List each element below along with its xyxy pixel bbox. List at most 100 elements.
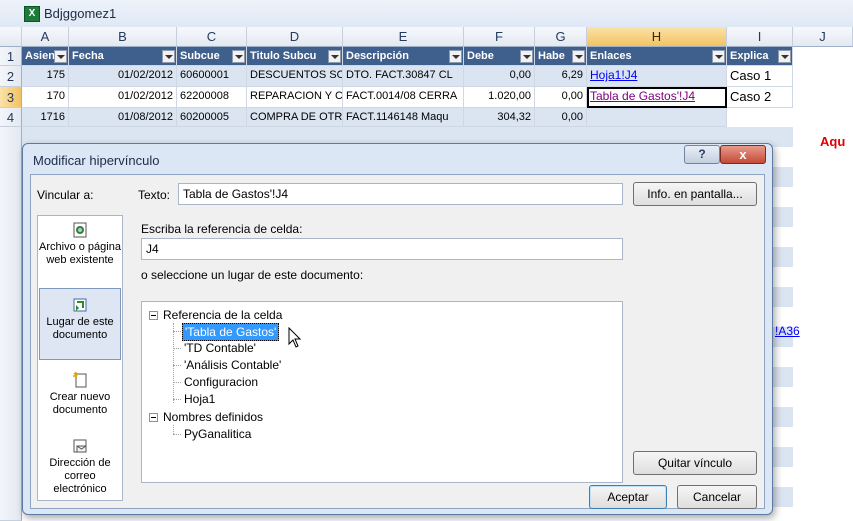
note-text: Aqu (820, 134, 846, 149)
hyperlink[interactable]: Tabla de Gastos'!J4 (590, 89, 695, 103)
table-cell[interactable]: 175 (22, 66, 69, 87)
remove-link-button[interactable]: Quitar vínculo (633, 451, 757, 475)
table-cell[interactable]: DESCUENTOS SO (247, 66, 343, 87)
filter-dropdown-icon[interactable] (520, 50, 533, 63)
tree-item[interactable]: 'TD Contable' (184, 340, 256, 356)
table-cell[interactable]: DTO. FACT.30847 CL (343, 66, 464, 87)
column-header-b[interactable]: B (69, 27, 177, 47)
filter-dropdown-icon[interactable] (712, 50, 725, 63)
link-type-email[interactable]: Dirección de correo electrónico (39, 438, 121, 498)
text-label: Texto: (138, 188, 171, 202)
tree-item[interactable]: Hoja1 (184, 391, 215, 407)
row-header-4[interactable]: 4 (0, 108, 22, 127)
hyperlink-cell[interactable]: Hoja1!J4 (587, 66, 727, 87)
tree-line (173, 323, 174, 403)
table-cell[interactable]: COMPRA DE OTRO (247, 108, 343, 127)
table-cell[interactable]: FACT.1146148 Maqu (343, 108, 464, 127)
close-button[interactable]: x (720, 145, 766, 164)
header-cell[interactable]: Enlaces (587, 47, 727, 66)
filter-dropdown-icon[interactable] (328, 50, 341, 63)
header-cell[interactable]: Descripción (343, 47, 464, 66)
table-cell[interactable]: 60200005 (177, 108, 247, 127)
row-header-3[interactable]: 3 (0, 87, 22, 108)
column-header-g[interactable]: G (535, 27, 587, 47)
table-cell[interactable]: 62200008 (177, 87, 247, 108)
table-cell[interactable]: 6,29 (535, 66, 587, 87)
header-cell[interactable]: Habe (535, 47, 587, 66)
cancel-button[interactable]: Cancelar (677, 485, 757, 509)
column-header-e[interactable]: E (343, 27, 464, 47)
filter-dropdown-icon[interactable] (449, 50, 462, 63)
cell-reference-input[interactable]: J4 (141, 238, 623, 260)
screen-tip-button[interactable]: Info. en pantalla... (633, 182, 757, 206)
table-cell[interactable]: 304,32 (464, 108, 535, 127)
table-cell[interactable]: Caso 1 (727, 66, 793, 87)
link-type-place-in-document[interactable]: Lugar de este documento (39, 288, 121, 360)
link-type-label: Archivo o página web existente (39, 241, 121, 266)
tree-item[interactable]: 'Análisis Contable' (184, 357, 281, 373)
column-header-d[interactable]: D (247, 27, 343, 47)
ok-button[interactable]: Aceptar (589, 485, 667, 509)
table-cell[interactable]: 0,00 (464, 66, 535, 87)
hyperlink[interactable]: !A36 (775, 324, 800, 338)
filter-dropdown-icon[interactable] (54, 50, 67, 63)
filter-dropdown-icon[interactable] (232, 50, 245, 63)
header-cell[interactable]: Titulo Subcu (247, 47, 343, 66)
collapse-icon[interactable] (149, 413, 158, 422)
excel-workbook-icon: X (24, 6, 40, 22)
table-cell[interactable]: FACT.0014/08 CERRA (343, 87, 464, 108)
header-cell[interactable]: Debe (464, 47, 535, 66)
table-cell[interactable]: REPARACION Y C (247, 87, 343, 108)
table-cell[interactable]: Caso 2 (727, 87, 793, 108)
link-type-label: Crear nuevo documento (49, 391, 111, 416)
workbook-title: Bdjggomez1 (44, 6, 117, 21)
document-places-tree[interactable]: Referencia de la celda 'Tabla de Gastos'… (141, 301, 623, 483)
link-type-new-document[interactable]: Crear nuevo documento (39, 372, 121, 428)
dialog-body: Vincular a: Texto: Tabla de Gastos'!J4 I… (30, 174, 765, 509)
link-type-existing-file[interactable]: Archivo o página web existente (39, 222, 121, 278)
tree-group-cell-reference[interactable]: Referencia de la celda (163, 307, 282, 323)
tree-item-selected[interactable]: 'Tabla de Gastos' (182, 323, 280, 341)
column-header-h[interactable]: H (587, 27, 727, 47)
table-cell[interactable]: 0,00 (535, 87, 587, 108)
edit-hyperlink-dialog: Modificar hipervínculo ? x Vincular a: T… (22, 143, 773, 515)
table-cell[interactable]: 01/02/2012 (69, 87, 177, 108)
place-label: o seleccione un lugar de este documento: (141, 268, 364, 282)
column-header-f[interactable]: F (464, 27, 535, 47)
document-place-icon (73, 298, 87, 312)
hyperlink[interactable]: Hoja1!J4 (590, 68, 637, 82)
cell-reference-label: Escriba la referencia de celda: (141, 222, 303, 236)
filter-dropdown-icon[interactable] (778, 50, 791, 63)
table-cell[interactable]: 60600001 (177, 66, 247, 87)
mouse-cursor-icon (288, 327, 302, 348)
row-header-2[interactable]: 2 (0, 66, 22, 87)
column-header-j[interactable]: J (793, 27, 853, 47)
table-cell[interactable]: 01/08/2012 (69, 108, 177, 127)
header-cell[interactable]: Asien (22, 47, 69, 66)
link-type-label: Dirección de correo electrónico (49, 457, 111, 495)
table-cell[interactable]: 1.020,00 (464, 87, 535, 108)
table-cell[interactable]: 0,00 (535, 108, 587, 127)
tree-line (173, 399, 181, 400)
column-header-a[interactable]: A (22, 27, 69, 47)
filter-dropdown-icon[interactable] (572, 50, 585, 63)
header-cell[interactable]: Fecha (69, 47, 177, 66)
table-cell[interactable]: 1716 (22, 108, 69, 127)
header-cell[interactable]: Subcue (177, 47, 247, 66)
tree-item[interactable]: Configuracion (184, 374, 258, 390)
row-header-1[interactable]: 1 (0, 47, 22, 66)
table-cell[interactable]: 01/02/2012 (69, 66, 177, 87)
column-header-c[interactable]: C (177, 27, 247, 47)
select-all-corner[interactable] (0, 27, 22, 47)
column-header-i[interactable]: I (727, 27, 793, 47)
display-text-input[interactable]: Tabla de Gastos'!J4 (178, 183, 623, 205)
table-cell[interactable] (587, 108, 727, 127)
hyperlink-cell-active[interactable]: Tabla de Gastos'!J4 (587, 87, 727, 108)
filter-dropdown-icon[interactable] (162, 50, 175, 63)
collapse-icon[interactable] (149, 311, 158, 320)
tree-group-defined-names[interactable]: Nombres definidos (163, 409, 263, 425)
tree-item[interactable]: PyGanalitica (184, 426, 251, 442)
help-button[interactable]: ? (684, 145, 720, 164)
table-cell[interactable]: 170 (22, 87, 69, 108)
header-cell[interactable]: Explica (727, 47, 793, 66)
